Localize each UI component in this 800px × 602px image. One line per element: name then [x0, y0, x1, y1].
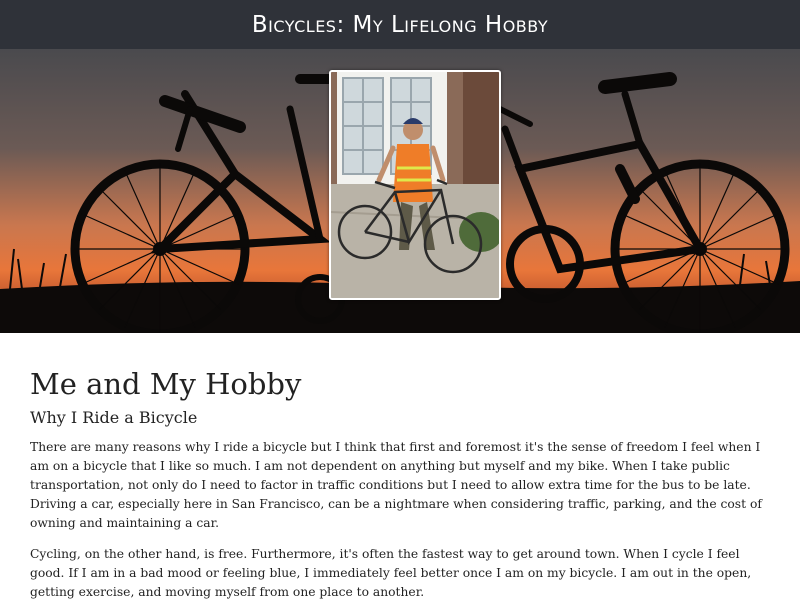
section-title: Why I Ride a Bicycle	[30, 408, 198, 427]
site-header: Bicycles: My Lifelong Hobby	[0, 0, 800, 49]
paragraph-freedom: There are many reasons why I ride a bicy…	[30, 440, 762, 530]
paragraph-cycling-free: Cycling, on the other hand, is free. Fur…	[30, 547, 752, 599]
main-content: Me and My Hobby Why I Ride a Bicycle The…	[0, 367, 800, 602]
cyclist-photo	[331, 72, 499, 298]
site-title: Bicycles: My Lifelong Hobby	[251, 11, 549, 38]
profile-photo	[329, 70, 501, 300]
hero-banner	[0, 49, 800, 333]
page-title: Me and My Hobby	[30, 367, 302, 401]
